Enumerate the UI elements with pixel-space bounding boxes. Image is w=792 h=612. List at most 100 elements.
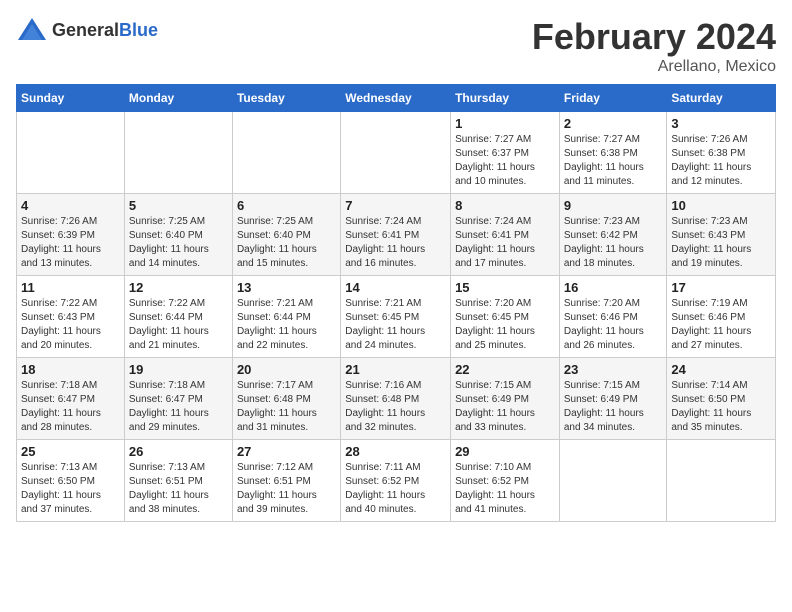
day-number: 17 (671, 280, 771, 295)
day-info: Sunrise: 7:26 AM Sunset: 6:39 PM Dayligh… (21, 215, 120, 271)
day-number: 9 (564, 198, 663, 213)
day-info: Sunrise: 7:20 AM Sunset: 6:46 PM Dayligh… (564, 297, 663, 353)
calendar-cell (17, 112, 125, 194)
calendar-week-1: 1 Sunrise: 7:27 AM Sunset: 6:37 PM Daylig… (17, 112, 776, 194)
day-number: 27 (237, 444, 336, 459)
day-number: 29 (455, 444, 555, 459)
day-info: Sunrise: 7:18 AM Sunset: 6:47 PM Dayligh… (21, 379, 120, 435)
day-info: Sunrise: 7:13 AM Sunset: 6:51 PM Dayligh… (129, 461, 228, 517)
day-info: Sunrise: 7:27 AM Sunset: 6:37 PM Dayligh… (455, 133, 555, 189)
day-number: 25 (21, 444, 120, 459)
calendar-cell: 17 Sunrise: 7:19 AM Sunset: 6:46 PM Dayli… (667, 276, 776, 358)
day-number: 2 (564, 116, 663, 131)
calendar-cell: 27Sunrise: 7:12 AM Sunset: 6:51 PM Dayli… (232, 440, 340, 522)
day-number: 14 (345, 280, 446, 295)
calendar-cell: 1 Sunrise: 7:27 AM Sunset: 6:37 PM Daylig… (451, 112, 560, 194)
calendar-week-4: 18Sunrise: 7:18 AM Sunset: 6:47 PM Dayli… (17, 358, 776, 440)
calendar-cell: 13Sunrise: 7:21 AM Sunset: 6:44 PM Dayli… (232, 276, 340, 358)
day-number: 3 (671, 116, 771, 131)
day-info: Sunrise: 7:22 AM Sunset: 6:44 PM Dayligh… (129, 297, 228, 353)
calendar-cell: 19 Sunrise: 7:18 AM Sunset: 6:47 PM Dayli… (124, 358, 232, 440)
day-number: 28 (345, 444, 446, 459)
calendar-cell: 8 Sunrise: 7:24 AM Sunset: 6:41 PM Daylig… (451, 194, 560, 276)
calendar-cell: 26 Sunrise: 7:13 AM Sunset: 6:51 PM Dayli… (124, 440, 232, 522)
day-info: Sunrise: 7:10 AM Sunset: 6:52 PM Dayligh… (455, 461, 555, 517)
day-info: Sunrise: 7:27 AM Sunset: 6:38 PM Dayligh… (564, 133, 663, 189)
day-number: 22 (455, 362, 555, 377)
calendar-cell: 24 Sunrise: 7:14 AM Sunset: 6:50 PM Dayli… (667, 358, 776, 440)
day-number: 23 (564, 362, 663, 377)
day-number: 20 (237, 362, 336, 377)
day-info: Sunrise: 7:20 AM Sunset: 6:45 PM Dayligh… (455, 297, 555, 353)
day-number: 4 (21, 198, 120, 213)
calendar-week-3: 11 Sunrise: 7:22 AM Sunset: 6:43 PM Dayli… (17, 276, 776, 358)
day-info: Sunrise: 7:24 AM Sunset: 6:41 PM Dayligh… (455, 215, 555, 271)
calendar-cell: 23 Sunrise: 7:15 AM Sunset: 6:49 PM Dayli… (559, 358, 667, 440)
calendar-table: SundayMondayTuesdayWednesdayThursdayFrid… (16, 84, 776, 522)
day-number: 26 (129, 444, 228, 459)
calendar-location: Arellano, Mexico (532, 58, 776, 76)
calendar-cell: 28 Sunrise: 7:11 AM Sunset: 6:52 PM Dayli… (341, 440, 451, 522)
calendar-cell (667, 440, 776, 522)
calendar-week-2: 4 Sunrise: 7:26 AM Sunset: 6:39 PM Daylig… (17, 194, 776, 276)
day-info: Sunrise: 7:21 AM Sunset: 6:45 PM Dayligh… (345, 297, 446, 353)
day-number: 19 (129, 362, 228, 377)
calendar-cell: 5Sunrise: 7:25 AM Sunset: 6:40 PM Daylig… (124, 194, 232, 276)
day-number: 12 (129, 280, 228, 295)
day-info: Sunrise: 7:11 AM Sunset: 6:52 PM Dayligh… (345, 461, 446, 517)
calendar-cell: 25 Sunrise: 7:13 AM Sunset: 6:50 PM Dayli… (17, 440, 125, 522)
day-number: 16 (564, 280, 663, 295)
calendar-cell: 14 Sunrise: 7:21 AM Sunset: 6:45 PM Dayli… (341, 276, 451, 358)
calendar-cell: 15 Sunrise: 7:20 AM Sunset: 6:45 PM Dayli… (451, 276, 560, 358)
calendar-cell: 12 Sunrise: 7:22 AM Sunset: 6:44 PM Dayli… (124, 276, 232, 358)
calendar-title: February 2024 (532, 16, 776, 58)
day-info: Sunrise: 7:23 AM Sunset: 6:43 PM Dayligh… (671, 215, 771, 271)
day-info: Sunrise: 7:21 AM Sunset: 6:44 PM Dayligh… (237, 297, 336, 353)
day-info: Sunrise: 7:15 AM Sunset: 6:49 PM Dayligh… (455, 379, 555, 435)
calendar-cell: 7 Sunrise: 7:24 AM Sunset: 6:41 PM Daylig… (341, 194, 451, 276)
logo: GeneralBlue (16, 16, 158, 44)
day-number: 15 (455, 280, 555, 295)
weekday-header-row: SundayMondayTuesdayWednesdayThursdayFrid… (17, 85, 776, 112)
calendar-cell (232, 112, 340, 194)
calendar-week-5: 25 Sunrise: 7:13 AM Sunset: 6:50 PM Dayli… (17, 440, 776, 522)
calendar-cell (341, 112, 451, 194)
day-info: Sunrise: 7:26 AM Sunset: 6:38 PM Dayligh… (671, 133, 771, 189)
calendar-cell: 4 Sunrise: 7:26 AM Sunset: 6:39 PM Daylig… (17, 194, 125, 276)
day-info: Sunrise: 7:19 AM Sunset: 6:46 PM Dayligh… (671, 297, 771, 353)
day-number: 8 (455, 198, 555, 213)
weekday-thursday: Thursday (451, 85, 560, 112)
day-info: Sunrise: 7:17 AM Sunset: 6:48 PM Dayligh… (237, 379, 336, 435)
day-number: 10 (671, 198, 771, 213)
day-number: 11 (21, 280, 120, 295)
calendar-cell (559, 440, 667, 522)
day-info: Sunrise: 7:22 AM Sunset: 6:43 PM Dayligh… (21, 297, 120, 353)
day-number: 1 (455, 116, 555, 131)
calendar-cell: 10 Sunrise: 7:23 AM Sunset: 6:43 PM Dayli… (667, 194, 776, 276)
day-info: Sunrise: 7:14 AM Sunset: 6:50 PM Dayligh… (671, 379, 771, 435)
title-block: February 2024 Arellano, Mexico (532, 16, 776, 76)
weekday-wednesday: Wednesday (341, 85, 451, 112)
calendar-cell: 16 Sunrise: 7:20 AM Sunset: 6:46 PM Dayli… (559, 276, 667, 358)
day-info: Sunrise: 7:15 AM Sunset: 6:49 PM Dayligh… (564, 379, 663, 435)
day-number: 6 (237, 198, 336, 213)
day-number: 24 (671, 362, 771, 377)
calendar-cell: 22 Sunrise: 7:15 AM Sunset: 6:49 PM Dayli… (451, 358, 560, 440)
logo-icon (16, 16, 48, 44)
day-number: 21 (345, 362, 446, 377)
day-info: Sunrise: 7:24 AM Sunset: 6:41 PM Dayligh… (345, 215, 446, 271)
logo-blue: Blue (119, 20, 158, 40)
page-header: GeneralBlue February 2024 Arellano, Mexi… (16, 16, 776, 76)
day-number: 7 (345, 198, 446, 213)
calendar-cell: 2 Sunrise: 7:27 AM Sunset: 6:38 PM Daylig… (559, 112, 667, 194)
calendar-cell: 29 Sunrise: 7:10 AM Sunset: 6:52 PM Dayli… (451, 440, 560, 522)
calendar-body: 1 Sunrise: 7:27 AM Sunset: 6:37 PM Daylig… (17, 112, 776, 522)
calendar-cell: 6Sunrise: 7:25 AM Sunset: 6:40 PM Daylig… (232, 194, 340, 276)
calendar-cell: 3 Sunrise: 7:26 AM Sunset: 6:38 PM Daylig… (667, 112, 776, 194)
day-info: Sunrise: 7:23 AM Sunset: 6:42 PM Dayligh… (564, 215, 663, 271)
day-info: Sunrise: 7:18 AM Sunset: 6:47 PM Dayligh… (129, 379, 228, 435)
calendar-cell: 9 Sunrise: 7:23 AM Sunset: 6:42 PM Daylig… (559, 194, 667, 276)
day-info: Sunrise: 7:13 AM Sunset: 6:50 PM Dayligh… (21, 461, 120, 517)
calendar-cell: 11 Sunrise: 7:22 AM Sunset: 6:43 PM Dayli… (17, 276, 125, 358)
weekday-sunday: Sunday (17, 85, 125, 112)
